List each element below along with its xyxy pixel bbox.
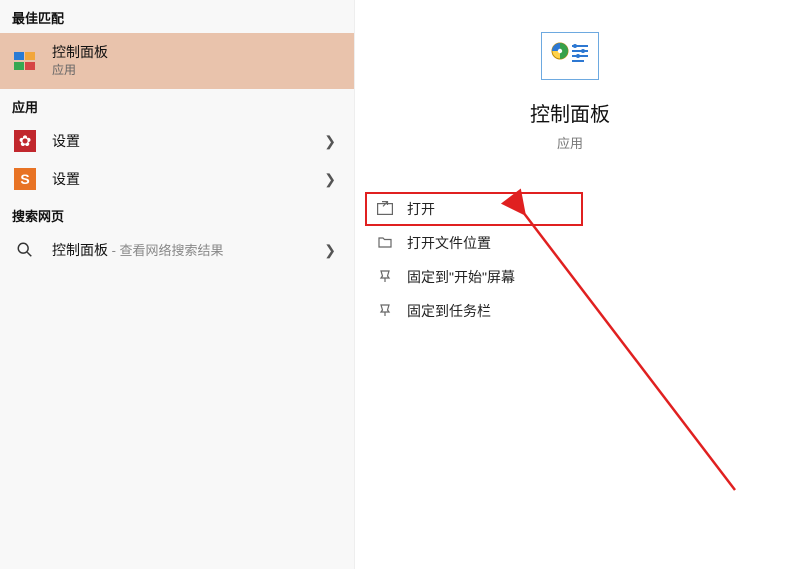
preview-title: 控制面板: [530, 98, 610, 127]
preview-subtitle: 应用: [557, 133, 583, 152]
action-open[interactable]: 打开: [373, 192, 767, 226]
web-search-item[interactable]: 控制面板 - 查看网络搜索结果 ❯: [0, 231, 354, 269]
pin-icon: [373, 269, 397, 286]
best-match-result[interactable]: 控制面板 应用: [0, 33, 354, 89]
app-item-settings-1[interactable]: ✿ 设置 ❯: [0, 122, 354, 160]
action-pin-taskbar[interactable]: 固定到任务栏: [373, 294, 767, 328]
section-header-apps: 应用: [0, 89, 354, 122]
web-search-suffix: - 查看网络搜索结果: [108, 243, 224, 258]
search-left-panel: 最佳匹配 控制面板 应用 应用 ✿ 设置 ❯ S 设置 ❯ 搜索网页: [0, 0, 355, 569]
action-open-location[interactable]: 打开文件位置: [373, 226, 767, 260]
action-label: 固定到任务栏: [407, 301, 491, 321]
search-icon: [12, 237, 38, 263]
control-panel-icon: [12, 48, 38, 74]
pin-icon: [373, 303, 397, 320]
search-preview-panel: 控制面板 应用 打开 打开文件位置: [355, 0, 785, 569]
gear-icon: ✿: [12, 128, 38, 154]
app-item-label: 设置: [52, 131, 80, 151]
chevron-right-icon: ❯: [324, 242, 342, 259]
best-match-texts: 控制面板 应用: [52, 43, 342, 79]
open-icon: [373, 201, 397, 218]
s-icon: S: [12, 166, 38, 192]
chevron-right-icon: ❯: [324, 133, 342, 150]
section-header-best-match: 最佳匹配: [0, 0, 354, 33]
app-item-settings-2[interactable]: S 设置 ❯: [0, 160, 354, 198]
section-header-web: 搜索网页: [0, 198, 354, 231]
app-item-label: 设置: [52, 169, 80, 189]
web-search-label: 控制面板 - 查看网络搜索结果: [52, 240, 224, 260]
preview-action-list: 打开 打开文件位置 固定到"开始"屏幕: [355, 192, 785, 328]
chevron-right-icon: ❯: [324, 171, 342, 188]
action-label: 打开: [407, 199, 435, 219]
action-label: 固定到"开始"屏幕: [407, 267, 515, 287]
web-search-prefix: 控制面板: [52, 242, 108, 258]
folder-icon: [373, 235, 397, 252]
preview-header: 控制面板 应用: [355, 0, 785, 152]
action-label: 打开文件位置: [407, 233, 491, 253]
action-pin-start[interactable]: 固定到"开始"屏幕: [373, 260, 767, 294]
best-match-title: 控制面板: [52, 43, 342, 61]
best-match-subtitle: 应用: [52, 63, 342, 79]
control-panel-icon: [541, 32, 599, 80]
